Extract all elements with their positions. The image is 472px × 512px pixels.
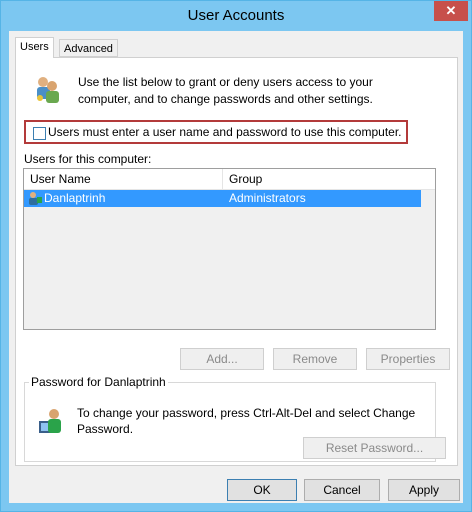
users-list[interactable]: User Name Group Danlaptrinh Administrato…: [23, 168, 436, 330]
password-instructions: To change your password, press Ctrl-Alt-…: [77, 406, 416, 436]
require-login-row: Users must enter a user name and passwor…: [24, 120, 408, 144]
window-title: User Accounts: [187, 7, 285, 24]
password-user-icon: [39, 409, 61, 433]
table-row[interactable]: Danlaptrinh Administrators: [24, 190, 421, 207]
intro-text: Use the list below to grant or deny user…: [78, 75, 373, 106]
password-group: Password for Danlaptrinh To change your …: [24, 375, 446, 462]
row-group: Administrators: [229, 191, 306, 205]
users-tab-panel: Use the list below to grant or deny user…: [15, 57, 458, 466]
column-group[interactable]: Group: [229, 172, 262, 186]
add-button[interactable]: Add...: [180, 348, 264, 370]
require-login-label[interactable]: Users must enter a user name and passwor…: [48, 125, 402, 139]
title-bar[interactable]: User Accounts ✕: [1, 1, 471, 31]
users-icon: [37, 77, 59, 103]
column-divider[interactable]: [222, 169, 223, 189]
properties-button[interactable]: Properties: [366, 348, 450, 370]
password-group-title: Password for Danlaptrinh: [29, 375, 168, 389]
tab-users[interactable]: Users: [15, 37, 54, 58]
cancel-button[interactable]: Cancel: [304, 479, 380, 501]
reset-password-button[interactable]: Reset Password...: [303, 437, 446, 459]
tab-advanced[interactable]: Advanced: [59, 39, 118, 57]
row-user-name: Danlaptrinh: [44, 191, 106, 205]
dialog-body: Users Advanced Use the list below to gra…: [9, 31, 463, 503]
apply-button[interactable]: Apply: [388, 479, 460, 501]
ok-button[interactable]: OK: [227, 479, 297, 501]
user-icon: [29, 192, 42, 205]
close-icon: ✕: [445, 3, 457, 18]
column-user-name[interactable]: User Name: [30, 172, 91, 186]
require-login-checkbox[interactable]: [33, 127, 46, 140]
list-header: User Name Group: [24, 169, 435, 190]
users-list-label: Users for this computer:: [24, 152, 152, 166]
user-accounts-window: User Accounts ✕ Users Advanced Use the l…: [0, 0, 472, 512]
close-button[interactable]: ✕: [434, 1, 468, 21]
remove-button[interactable]: Remove: [273, 348, 357, 370]
